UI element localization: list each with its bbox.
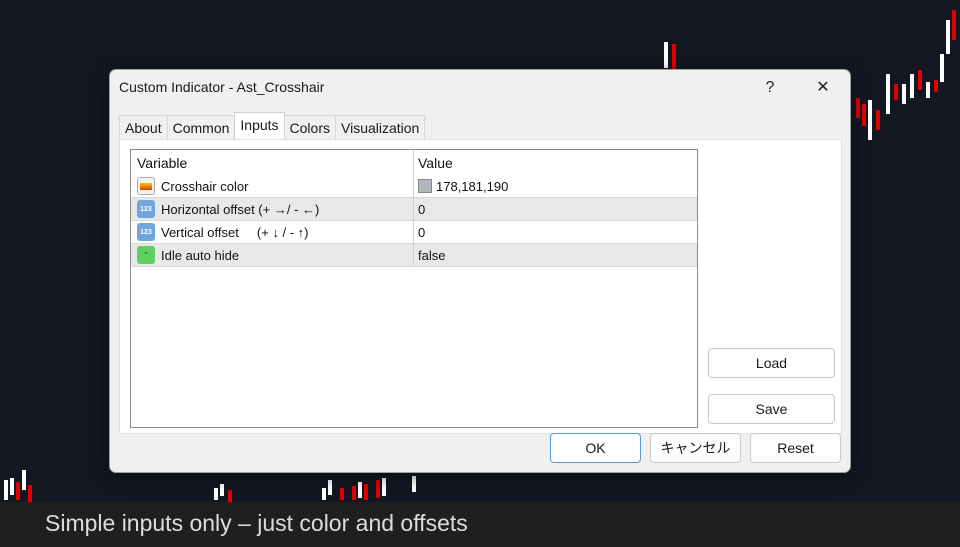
candle [918, 70, 922, 90]
candle [328, 480, 332, 495]
variable-value[interactable]: 0 [418, 202, 425, 217]
dialog-title: Custom Indicator - Ast_Crosshair [119, 79, 325, 95]
candle [322, 488, 326, 500]
tab-about[interactable]: About [119, 115, 168, 140]
candle [376, 480, 380, 498]
inputs-table: Variable Value Crosshair color 178,181,1… [130, 149, 698, 428]
candle [664, 42, 668, 68]
variable-value[interactable]: 178,181,190 [436, 179, 508, 194]
inputs-panel: Variable Value Crosshair color 178,181,1… [119, 139, 842, 434]
caption-banner: Simple inputs only – just color and offs… [0, 502, 960, 547]
color-swatch[interactable] [418, 179, 432, 193]
candle [952, 10, 956, 40]
tab-common[interactable]: Common [166, 115, 236, 140]
candle [22, 470, 26, 490]
save-button[interactable]: Save [708, 394, 835, 424]
candle [940, 54, 944, 82]
candle [902, 84, 906, 104]
candle [862, 104, 866, 126]
candle [868, 100, 872, 140]
color-icon [137, 177, 155, 195]
candle [352, 486, 356, 500]
candle [894, 84, 898, 100]
candle [934, 80, 938, 92]
load-button[interactable]: Load [708, 348, 835, 378]
table-row[interactable]: 123 Vertical offset (+ ↓ / - ↑) 0 [131, 221, 697, 244]
candle [412, 476, 416, 492]
table-row[interactable]: ⌃ Idle auto hide false [131, 244, 697, 267]
cancel-button[interactable]: キャンセル [650, 433, 741, 463]
ok-button[interactable]: OK [550, 433, 641, 463]
header-variable: Variable [131, 150, 414, 175]
candle [340, 488, 344, 500]
candle [364, 484, 368, 500]
number-icon: 123 [137, 223, 155, 241]
candle [10, 478, 14, 495]
variable-name: Horizontal offset (+ →/ - ←) [161, 201, 320, 217]
candle [358, 482, 362, 498]
variable-name: Vertical offset (+ ↓ / - ↑) [161, 224, 309, 240]
candle [926, 82, 930, 98]
candle [876, 110, 880, 130]
custom-indicator-dialog: Custom Indicator - Ast_Crosshair ? ✕ Abo… [109, 69, 851, 473]
variable-name: Crosshair color [161, 178, 249, 194]
candle [886, 74, 890, 114]
variable-value[interactable]: false [418, 248, 445, 263]
boolean-icon: ⌃ [137, 246, 155, 264]
close-button[interactable]: ✕ [803, 74, 843, 102]
variable-name: Idle auto hide [161, 247, 240, 263]
number-icon: 123 [137, 200, 155, 218]
candle [220, 484, 224, 496]
help-button[interactable]: ? [750, 74, 790, 102]
candle [946, 20, 950, 54]
table-header: Variable Value [131, 150, 697, 175]
candle [4, 480, 8, 500]
tab-colors[interactable]: Colors [283, 115, 336, 140]
reset-button[interactable]: Reset [750, 433, 841, 463]
table-row[interactable]: 123 Horizontal offset (+ →/ - ←) 0 [131, 198, 697, 221]
variable-value[interactable]: 0 [418, 225, 425, 240]
candle [382, 478, 386, 496]
candle [672, 44, 676, 70]
tab-inputs[interactable]: Inputs [234, 112, 285, 140]
tab-visualization[interactable]: Visualization [335, 115, 426, 140]
candle [856, 98, 860, 118]
table-row[interactable]: Crosshair color 178,181,190 [131, 175, 697, 198]
candle [16, 482, 20, 500]
candle [214, 488, 218, 500]
candle [910, 74, 914, 98]
tab-bar: About Common Inputs Colors Visualization [119, 112, 426, 140]
header-value: Value [418, 154, 453, 171]
